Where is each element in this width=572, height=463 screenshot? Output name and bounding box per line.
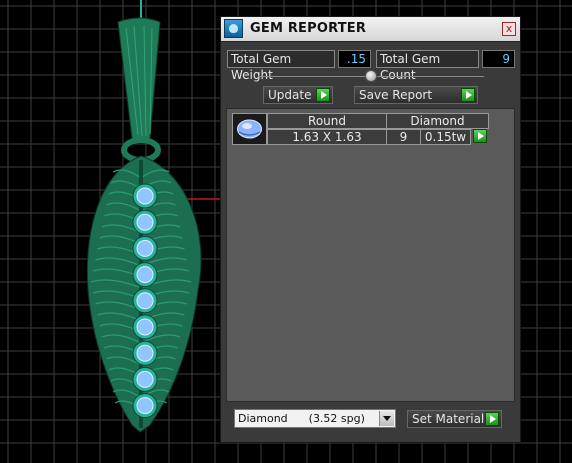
save-report-label: Save Report — [359, 88, 433, 102]
round-diamond-gem — [136, 370, 154, 388]
title-bar[interactable]: GEM REPORTER x — [221, 17, 520, 42]
gem-count-cell: 9 — [386, 129, 421, 145]
save-report-button[interactable]: Save Report — [354, 86, 478, 104]
round-diamond-gem — [136, 292, 154, 310]
round-gem-thumbnail — [232, 113, 267, 145]
round-diamond-gem — [136, 239, 154, 257]
size-slider-thumb[interactable] — [365, 70, 377, 82]
round-diamond-gem — [136, 397, 154, 415]
gem-detail-play-icon[interactable] — [473, 129, 487, 143]
total-gem-count-label: Total Gem Count — [376, 50, 479, 82]
total-gem-count-value: 9 — [482, 50, 515, 68]
gem-reporter-panel: GEM REPORTER x Total Gem Weight .15 Tota… — [220, 16, 521, 443]
close-button[interactable]: x — [502, 22, 516, 36]
round-diamond-gem — [136, 187, 154, 205]
round-diamond-gem — [136, 344, 154, 362]
gem-shape-cell: Round — [267, 113, 387, 129]
total-gem-weight-value: .15 — [338, 50, 371, 68]
play-icon[interactable] — [485, 412, 499, 426]
pendant-model — [86, 17, 202, 433]
play-icon[interactable] — [461, 88, 475, 102]
chevron-down-icon[interactable] — [379, 411, 394, 426]
round-diamond-gem — [136, 213, 154, 231]
set-material-label: Set Material — [412, 412, 485, 426]
total-gem-weight-label: Total Gem Weight — [227, 50, 335, 82]
gem-reporter-icon — [224, 19, 243, 38]
update-label: Update — [268, 88, 312, 102]
gem-list: Round Diamond 1.63 X 1.63 9 0.15tw — [226, 108, 515, 402]
update-button[interactable]: Update — [263, 86, 333, 104]
gem-material-cell: Diamond — [386, 113, 489, 129]
round-diamond-gem — [136, 266, 154, 284]
set-material-button[interactable]: Set Material — [407, 410, 502, 428]
play-icon[interactable] — [316, 88, 330, 102]
gem-size-cell: 1.63 X 1.63 — [267, 129, 387, 145]
material-select[interactable]: Diamond (3.52 spg) — [234, 409, 396, 428]
gem-weight-cell: 0.15tw — [420, 129, 471, 145]
round-diamond-gem — [136, 318, 154, 336]
panel-title: GEM REPORTER — [250, 21, 367, 36]
material-select-value: Diamond (3.52 spg) — [238, 412, 365, 425]
